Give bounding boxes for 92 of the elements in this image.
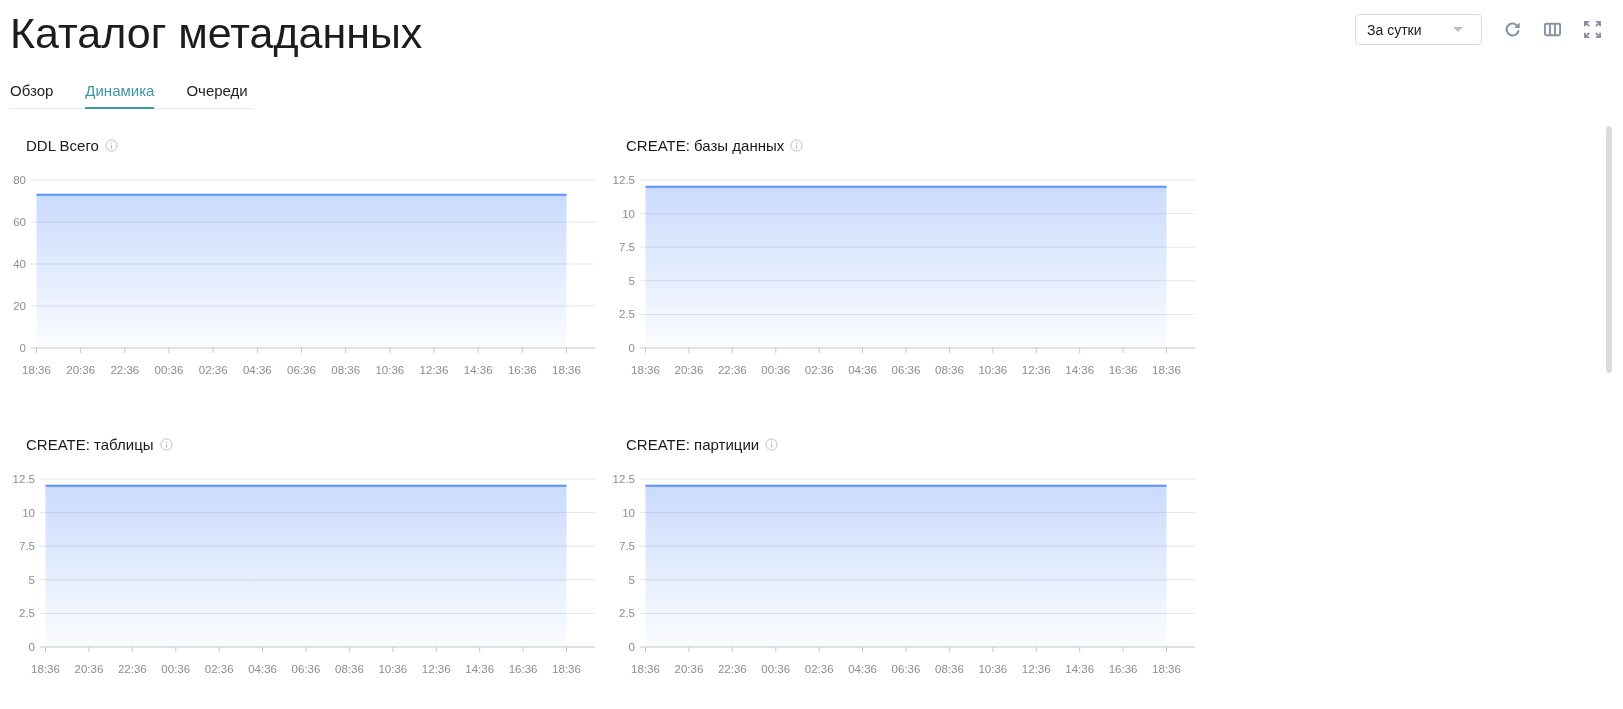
x-axis-label: 18:36 (631, 663, 660, 675)
x-axis-label: 22:36 (110, 364, 140, 376)
x-axis-label: 06:36 (891, 663, 921, 675)
x-axis-label: 20:36 (674, 364, 704, 376)
x-axis-label: 14:36 (1065, 364, 1095, 376)
info-icon[interactable] (765, 437, 779, 451)
y-axis-label: 60 (13, 216, 26, 228)
x-axis-label: 00:36 (761, 364, 791, 376)
x-axis-label: 04:36 (248, 663, 277, 675)
x-axis-label: 22:36 (717, 364, 747, 376)
page-title: Каталог метаданных (10, 10, 423, 56)
x-axis-label: 02:36 (204, 663, 234, 675)
chart-title: CREATE: базы данных (626, 136, 785, 154)
caret-icon (1453, 27, 1463, 32)
tab[interactable]: Очереди (186, 75, 248, 109)
x-axis-label: 04:36 (848, 663, 877, 675)
x-axis-label: 10:36 (978, 663, 1008, 675)
x-axis-label: 04:36 (242, 364, 272, 376)
x-axis-label: 16:36 (1108, 663, 1138, 675)
x-axis-label: 16:36 (1108, 364, 1138, 376)
x-axis-label: 10:36 (978, 364, 1008, 376)
fullscreen-icon[interactable] (1583, 20, 1602, 39)
x-axis-label: 14:36 (465, 663, 495, 675)
x-axis-label: 18:36 (1152, 364, 1181, 376)
x-axis-label: 02:36 (804, 364, 834, 376)
x-axis-label: 06:36 (291, 663, 321, 675)
y-axis-label: 10 (622, 207, 635, 220)
y-axis-label: 2.5 (619, 308, 635, 321)
x-axis-label: 12:36 (419, 364, 449, 376)
y-axis-label: 10 (622, 506, 635, 519)
tab[interactable]: Обзор (10, 75, 54, 109)
y-axis-label: 12.5 (12, 473, 35, 485)
y-axis-label: 7.5 (619, 540, 635, 553)
x-axis-label: 10:36 (375, 364, 405, 376)
y-axis-label: 12.5 (612, 473, 635, 485)
y-axis-label: 2.5 (619, 607, 635, 620)
refresh-icon[interactable] (1503, 20, 1522, 39)
x-axis-label: 14:36 (1065, 663, 1095, 675)
x-axis-label: 18:36 (552, 364, 581, 376)
y-axis-label: 5 (28, 573, 35, 586)
y-axis-label: 0 (628, 641, 635, 653)
y-axis-label: 5 (628, 573, 635, 586)
y-axis-label: 0 (19, 342, 26, 354)
y-axis-label: 0 (28, 641, 35, 653)
x-axis-label: 08:36 (935, 364, 964, 376)
x-axis-label: 04:36 (848, 364, 877, 376)
x-axis-label: 06:36 (891, 364, 921, 376)
x-axis-label: 18:36 (22, 364, 51, 376)
columns-icon[interactable] (1543, 20, 1562, 39)
y-axis-label: 80 (13, 174, 26, 186)
x-axis-label: 18:36 (31, 663, 60, 675)
x-axis-label: 22:36 (117, 663, 147, 675)
x-axis-label: 06:36 (287, 364, 316, 376)
y-axis-label: 10 (22, 506, 35, 519)
x-axis-label: 12:36 (1021, 364, 1051, 376)
x-axis-label: 00:36 (154, 364, 184, 376)
y-axis-label: 0 (628, 342, 635, 354)
x-axis-label: 02:36 (804, 663, 834, 675)
x-axis-label: 08:36 (935, 663, 964, 675)
y-axis-label: 5 (628, 274, 635, 287)
x-axis-label: 08:36 (335, 663, 364, 675)
y-axis-label: 12.5 (612, 174, 635, 186)
x-axis-label: 20:36 (674, 663, 704, 675)
chart-title: CREATE: таблицы (26, 435, 154, 453)
period-select[interactable]: За сутки (1355, 14, 1482, 45)
x-axis-label: 16:36 (507, 364, 537, 376)
x-axis-label: 12:36 (421, 663, 451, 675)
info-icon[interactable] (159, 437, 173, 451)
x-axis-label: 14:36 (463, 364, 493, 376)
y-axis-label: 7.5 (19, 540, 35, 553)
x-axis-label: 16:36 (508, 663, 538, 675)
x-axis-label: 18:36 (1152, 663, 1181, 675)
y-axis-label: 7.5 (619, 241, 635, 254)
info-icon[interactable] (790, 138, 804, 152)
x-axis-label: 00:36 (761, 663, 791, 675)
x-axis-label: 02:36 (198, 364, 228, 376)
x-axis-label: 12:36 (1021, 663, 1051, 675)
y-axis-label: 40 (13, 258, 26, 270)
x-axis-label: 18:36 (631, 364, 660, 376)
y-axis-label: 20 (13, 300, 26, 312)
x-axis-label: 10:36 (378, 663, 408, 675)
x-axis-label: 18:36 (552, 663, 581, 675)
chart-title: DDL Всего (26, 136, 99, 154)
scrollbar-thumb[interactable] (1606, 126, 1612, 373)
x-axis-label: 00:36 (161, 663, 191, 675)
y-axis-label: 2.5 (19, 607, 35, 620)
x-axis-label: 20:36 (66, 364, 96, 376)
info-icon[interactable] (104, 138, 118, 152)
x-axis-label: 22:36 (717, 663, 747, 675)
x-axis-label: 20:36 (74, 663, 104, 675)
chart-title: CREATE: партиции (626, 435, 760, 453)
x-axis-label: 08:36 (331, 364, 361, 376)
